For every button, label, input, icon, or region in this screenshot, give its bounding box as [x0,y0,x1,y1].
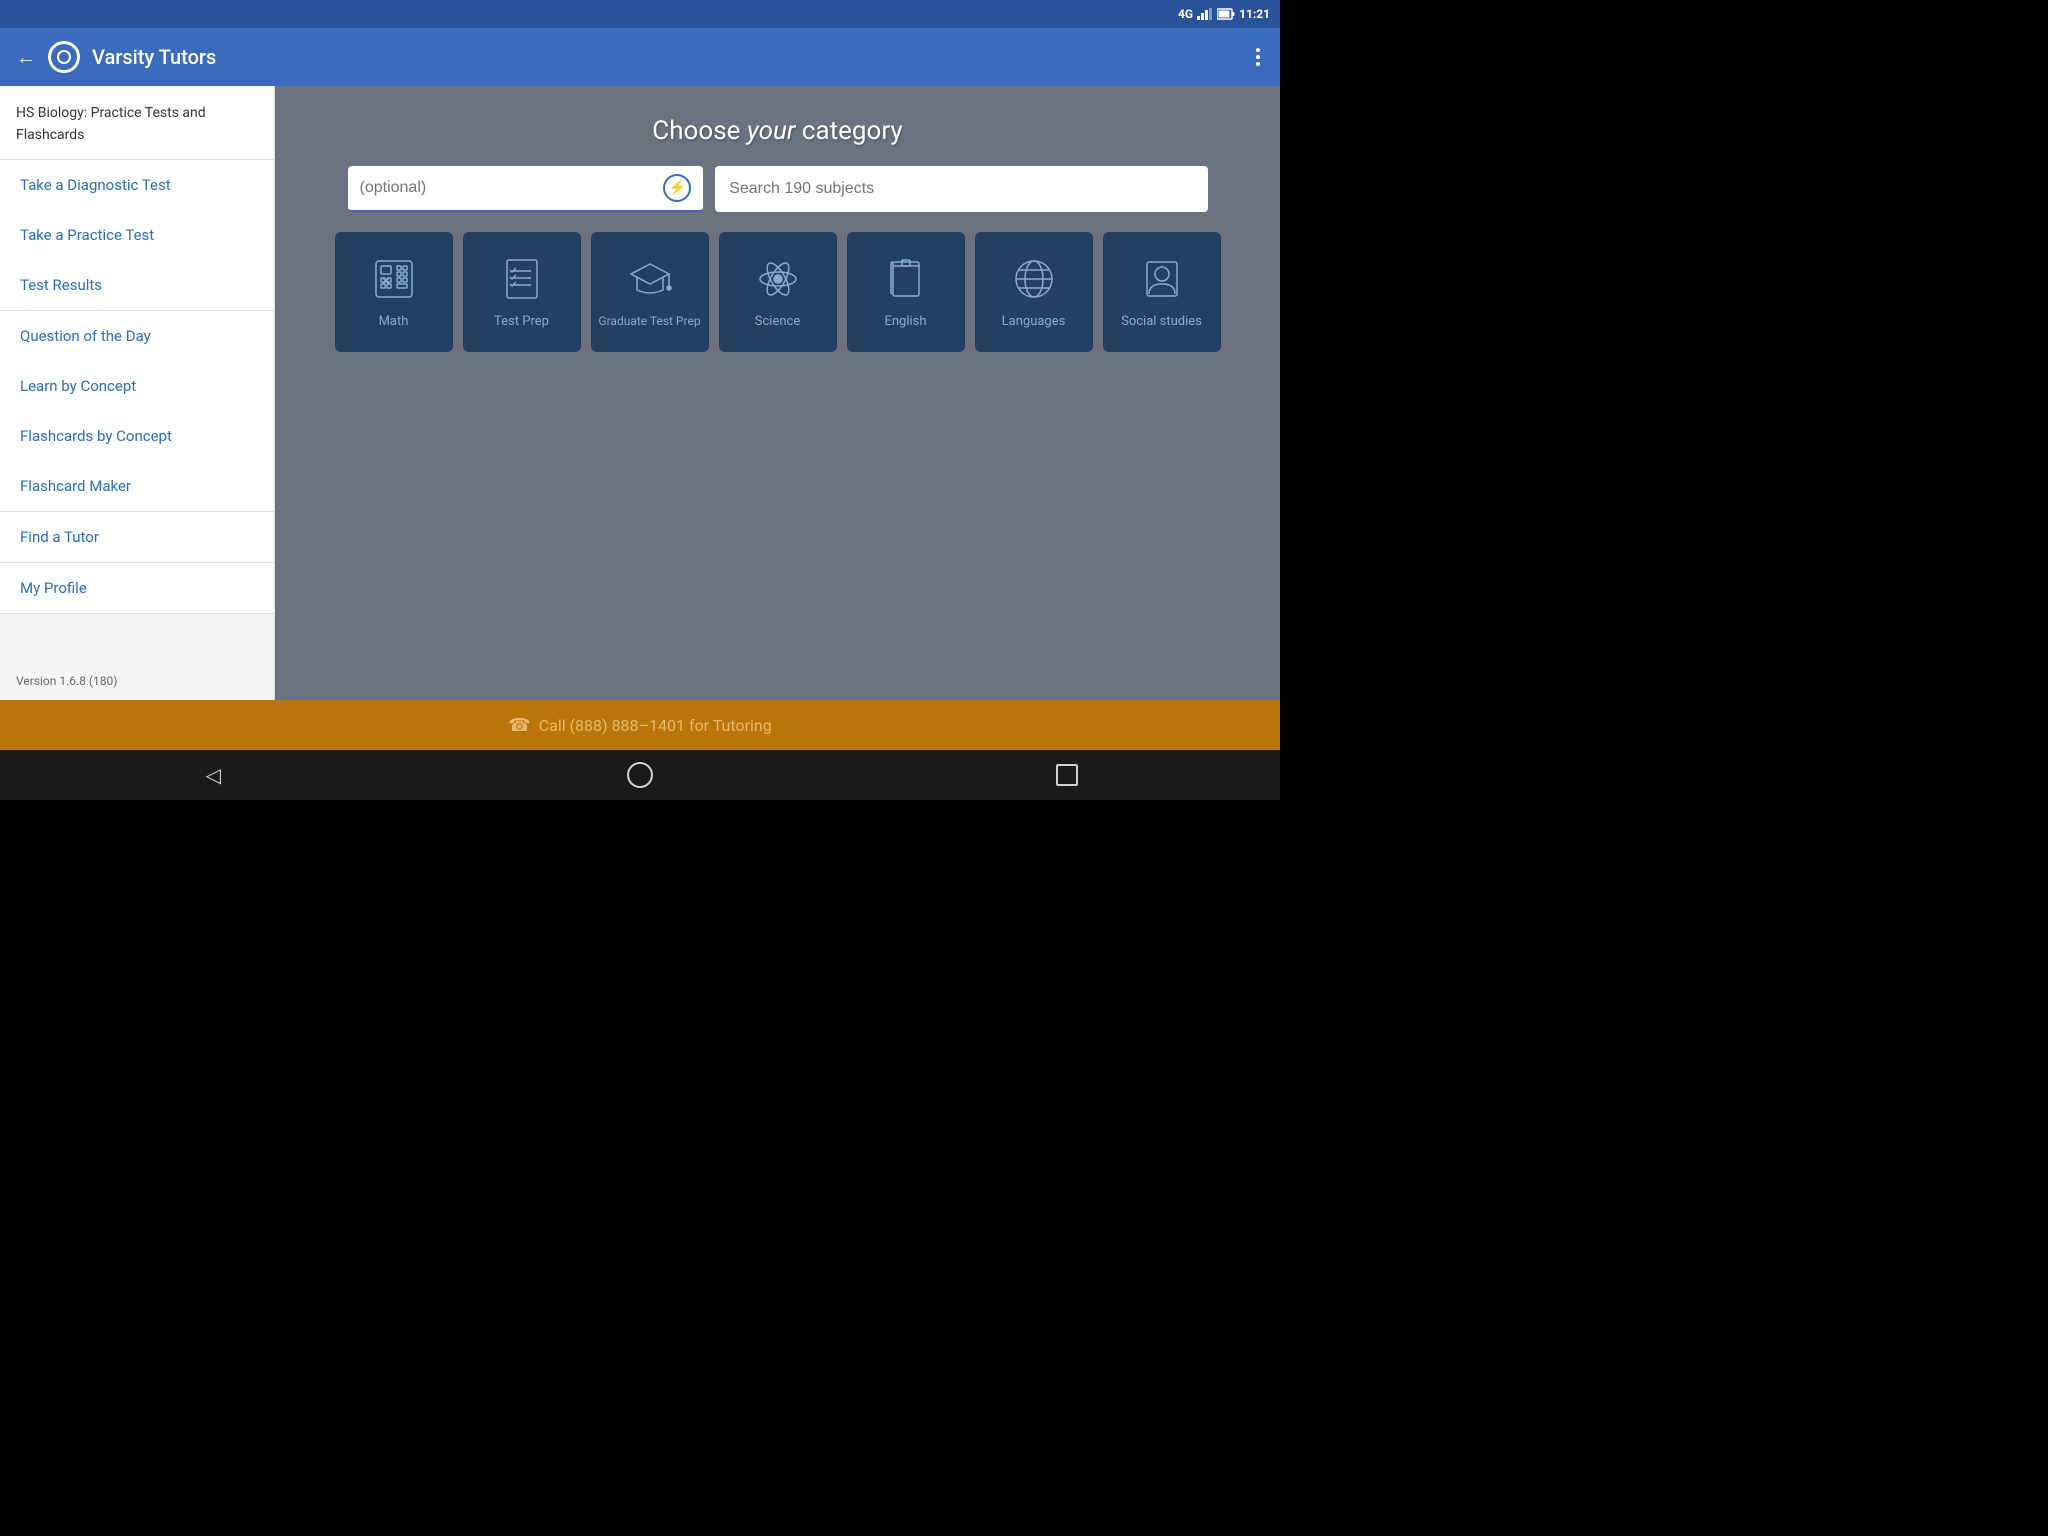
search-input-wrap [715,166,1207,212]
sidebar-item-take-practice[interactable]: Take a Practice Test [0,210,274,260]
recent-square-icon [1056,764,1078,786]
sidebar: HS Biology: Practice Tests and Flashcard… [0,86,275,700]
calculator-icon [369,254,419,304]
version-text: Version 1.6.8 (180) [0,662,274,700]
sidebar-item-test-results[interactable]: Test Results [0,260,274,310]
sidebar-item-my-profile[interactable]: My Profile [0,563,274,613]
filter-icon[interactable]: ⚡ [663,174,691,202]
category-card-math[interactable]: Math [335,232,453,352]
category-card-test-prep[interactable]: Test Prep [463,232,581,352]
sidebar-section-tutor: Find a Tutor [0,512,274,563]
category-card-languages[interactable]: Languages [975,232,1093,352]
math-label: Math [379,314,409,331]
back-nav-button[interactable]: ◁ [193,755,233,795]
social-studies-label: Social studies [1121,314,1202,331]
search-input[interactable] [729,180,1193,198]
test-prep-label: Test Prep [494,314,549,331]
sidebar-item-flashcard-maker[interactable]: Flashcard Maker [0,461,274,511]
app-title: Varsity Tutors [92,45,1240,69]
app-bar: ← Varsity Tutors [0,28,1280,86]
bottom-nav: ◁ [0,750,1280,800]
english-label: English [884,314,926,331]
science-label: Science [755,314,800,331]
category-card-social-studies[interactable]: Social studies [1103,232,1221,352]
book-icon [881,254,931,304]
time-display: 11:21 [1239,7,1270,21]
call-banner[interactable]: ☎ Call (888) 888–1401 for Tutoring [0,700,1280,750]
category-card-graduate-test-prep[interactable]: Graduate Test Prep [591,232,709,352]
globe-icon [1009,254,1059,304]
sidebar-section-profile: My Profile [0,563,274,614]
sidebar-item-take-diagnostic[interactable]: Take a Diagnostic Test [0,160,274,210]
app-logo [48,41,80,73]
atom-icon [753,254,803,304]
sidebar-item-find-tutor[interactable]: Find a Tutor [0,512,274,562]
category-card-english[interactable]: English [847,232,965,352]
person-book-icon [1137,254,1187,304]
network-indicator: 4G [1178,7,1193,21]
checklist-icon [497,254,547,304]
call-banner-text: Call (888) 888–1401 for Tutoring [539,716,772,735]
page-title: Choose your category [652,116,902,146]
graduation-icon [625,254,675,304]
categories-row: Math Test Prep [328,232,1228,352]
signal-icon [1197,8,1213,20]
phone-icon: ☎ [508,715,530,736]
languages-label: Languages [1002,314,1066,331]
search-row: ⚡ [348,166,1208,212]
filter-input-wrap: ⚡ [348,166,704,212]
filter-input[interactable] [360,179,656,197]
graduate-test-prep-label: Graduate Test Prep [598,314,700,330]
sidebar-context-title: HS Biology: Practice Tests and Flashcard… [16,105,206,143]
category-card-science[interactable]: Science [719,232,837,352]
sidebar-item-learn-by-concept[interactable]: Learn by Concept [0,361,274,411]
battery-icon [1217,8,1235,20]
sidebar-item-question-of-day[interactable]: Question of the Day [0,311,274,361]
content-area: Choose your category ⚡ [275,86,1280,700]
back-button[interactable]: ← [16,45,36,70]
home-circle-icon [627,762,653,788]
status-icons: 4G 11:21 [1178,7,1270,21]
recent-nav-button[interactable] [1047,755,1087,795]
sidebar-header: HS Biology: Practice Tests and Flashcard… [0,86,274,160]
more-options-button[interactable] [1252,44,1264,70]
main-layout: HS Biology: Practice Tests and Flashcard… [0,86,1280,700]
sidebar-item-flashcards-by-concept[interactable]: Flashcards by Concept [0,411,274,461]
status-bar: 4G 11:21 [0,0,1280,28]
sidebar-section-tests: Take a Diagnostic Test Take a Practice T… [0,160,274,311]
home-nav-button[interactable] [620,755,660,795]
sidebar-section-learn: Question of the Day Learn by Concept Fla… [0,311,274,512]
